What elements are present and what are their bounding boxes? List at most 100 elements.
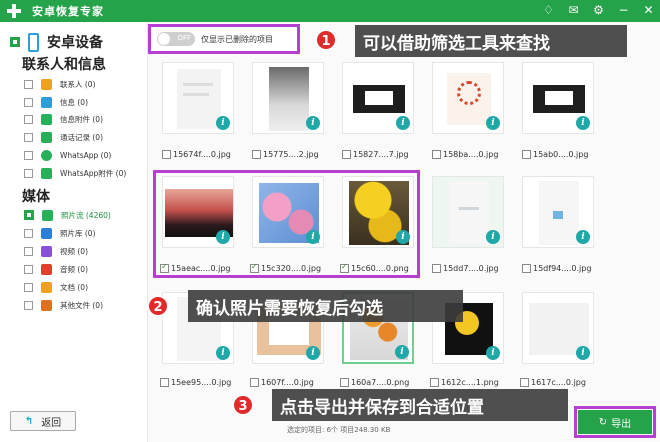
sidebar-item-photo-stream[interactable]: 照片流 (4260) xyxy=(24,207,111,223)
file-name-row[interactable]: 1612c....1.png xyxy=(430,376,499,388)
close-icon[interactable]: ✕ xyxy=(641,3,656,18)
other-files-icon xyxy=(41,299,52,311)
device-row[interactable]: 安卓设备 xyxy=(10,32,103,52)
selection-status: 选定的项目: 6个 项目248.30 KB xyxy=(287,426,391,434)
app-logo-icon xyxy=(6,3,22,19)
export-button[interactable]: ↻ 导出 xyxy=(578,410,652,434)
info-icon[interactable]: i xyxy=(306,116,320,130)
feedback-icon[interactable]: ✉ xyxy=(566,3,581,18)
sidebar-item-label: 通话记录 (0) xyxy=(60,132,104,142)
sidebar-item-messages[interactable]: 信息 (0) xyxy=(24,94,88,110)
info-icon[interactable]: i xyxy=(395,345,409,359)
info-icon[interactable]: i xyxy=(486,230,500,244)
checkbox[interactable] xyxy=(24,282,33,292)
photo-thumbnail[interactable]: i xyxy=(522,62,594,134)
file-checkbox[interactable] xyxy=(250,377,259,387)
sidebar-item-contacts[interactable]: 联系人 (0) xyxy=(24,76,96,92)
sidebar-item-audio[interactable]: 音频 (0) xyxy=(24,261,88,277)
sidebar-item-photo-library[interactable]: 照片库 (0) xyxy=(24,225,96,241)
file-name-row[interactable]: 15dd7....0.jpg xyxy=(432,262,499,274)
file-name-row[interactable]: 1617c....0.jpg xyxy=(520,376,586,388)
file-name-row[interactable]: 160a7....0.png xyxy=(340,376,409,388)
file-checkbox[interactable] xyxy=(522,149,531,159)
file-checkbox[interactable] xyxy=(340,377,349,387)
photo-preview xyxy=(269,67,309,131)
photo-thumbnail[interactable]: i xyxy=(522,292,594,364)
photo-thumbnail[interactable]: i xyxy=(162,62,234,134)
info-icon[interactable]: i xyxy=(216,346,230,360)
device-checkbox[interactable] xyxy=(10,37,20,47)
file-checkbox[interactable] xyxy=(432,149,441,159)
filter-label: 仅显示已删除的项目 xyxy=(201,34,273,44)
checkbox[interactable] xyxy=(24,132,33,142)
file-checkbox[interactable] xyxy=(342,149,351,159)
minimize-icon[interactable]: − xyxy=(616,3,631,18)
audio-icon xyxy=(41,263,52,275)
file-name-row[interactable]: 15775....2.jpg xyxy=(252,148,319,160)
file-name-row[interactable]: 1607f....0.jpg xyxy=(250,376,314,388)
back-button-label: 返回 xyxy=(41,417,62,429)
dialog-preview xyxy=(365,91,393,105)
filter-toggle-group[interactable]: OFF 仅显示已删除的项目 xyxy=(148,24,300,54)
file-checkbox[interactable] xyxy=(160,377,169,387)
file-name-row[interactable]: 158ba....0.jpg xyxy=(432,148,498,160)
settings-icon[interactable]: ⚙ xyxy=(591,3,606,18)
info-icon[interactable]: i xyxy=(216,116,230,130)
checkbox[interactable] xyxy=(24,97,33,107)
sidebar-item-call-log[interactable]: 通话记录 (0) xyxy=(24,129,103,145)
shirt-theme-icon[interactable]: ♢ xyxy=(541,3,556,18)
contacts-icon xyxy=(41,78,52,90)
info-icon[interactable]: i xyxy=(576,346,590,360)
file-name-row[interactable]: 15ee95....0.jpg xyxy=(160,376,231,388)
sidebar-item-documents[interactable]: 文档 (0) xyxy=(24,279,88,295)
photo-thumbnail[interactable]: i xyxy=(432,176,504,248)
toggle-state: OFF xyxy=(177,34,191,42)
sidebar-item-label: 联系人 (0) xyxy=(60,79,96,89)
info-icon[interactable]: i xyxy=(306,346,320,360)
photo-thumbnail[interactable]: i xyxy=(252,62,324,134)
sidebar: 安卓设备 联系人和信息 联系人 (0) 信息 (0) 信息附件 (0) 通话记录… xyxy=(0,22,148,442)
sidebar-item-other-files[interactable]: 其他文件 (0) xyxy=(24,297,103,313)
photo-thumbnail[interactable]: i xyxy=(522,176,594,248)
file-checkbox[interactable] xyxy=(522,263,531,273)
file-name-row[interactable]: 15674f....0.jpg xyxy=(162,148,231,160)
checkbox[interactable] xyxy=(24,114,33,124)
sidebar-item-label: 音频 (0) xyxy=(60,264,89,274)
window-controls: ♢ ✉ ⚙ − ✕ xyxy=(541,3,656,18)
sidebar-item-label: 其他文件 (0) xyxy=(60,300,104,310)
app-title: 安卓恢复专家 xyxy=(32,5,104,18)
info-icon[interactable]: i xyxy=(576,116,590,130)
checkbox[interactable] xyxy=(24,168,33,178)
deleted-only-toggle[interactable]: OFF xyxy=(157,32,195,46)
info-icon[interactable]: i xyxy=(486,346,500,360)
checkbox[interactable] xyxy=(24,79,33,89)
title-bar: 安卓恢复专家 ♢ ✉ ⚙ − ✕ xyxy=(0,0,660,22)
file-checkbox[interactable] xyxy=(430,377,439,387)
checkbox[interactable] xyxy=(24,210,34,220)
file-checkbox[interactable] xyxy=(252,149,261,159)
video-icon xyxy=(41,245,52,257)
file-name-row[interactable]: 15ab0....0.jpg xyxy=(522,148,588,160)
info-icon[interactable]: i xyxy=(576,230,590,244)
file-checkbox[interactable] xyxy=(432,263,441,273)
file-name-row[interactable]: 15827....7.jpg xyxy=(342,148,409,160)
sidebar-item-message-attachments[interactable]: 信息附件 (0) xyxy=(24,111,103,127)
back-button[interactable]: ↰ 返回 xyxy=(10,411,76,431)
file-name-row[interactable]: 15df94....0.jpg xyxy=(522,262,591,274)
info-icon[interactable]: i xyxy=(396,116,410,130)
photo-thumbnail[interactable]: i xyxy=(432,62,504,134)
checkbox[interactable] xyxy=(24,228,33,238)
file-name: 15ee95....0.jpg xyxy=(171,377,232,387)
sidebar-item-video[interactable]: 视频 (0) xyxy=(24,243,88,259)
info-icon[interactable]: i xyxy=(486,116,500,130)
checkbox[interactable] xyxy=(24,246,33,256)
sidebar-item-whatsapp[interactable]: WhatsApp (0) xyxy=(24,147,111,163)
checkbox[interactable] xyxy=(24,150,33,160)
file-checkbox[interactable] xyxy=(162,149,171,159)
checkbox[interactable] xyxy=(24,300,33,310)
file-checkbox[interactable] xyxy=(520,377,529,387)
message-icon xyxy=(41,96,52,108)
checkbox[interactable] xyxy=(24,264,33,274)
photo-thumbnail[interactable]: i xyxy=(342,62,414,134)
sidebar-item-whatsapp-attachments[interactable]: WhatsApp附件 (0) xyxy=(24,165,126,181)
